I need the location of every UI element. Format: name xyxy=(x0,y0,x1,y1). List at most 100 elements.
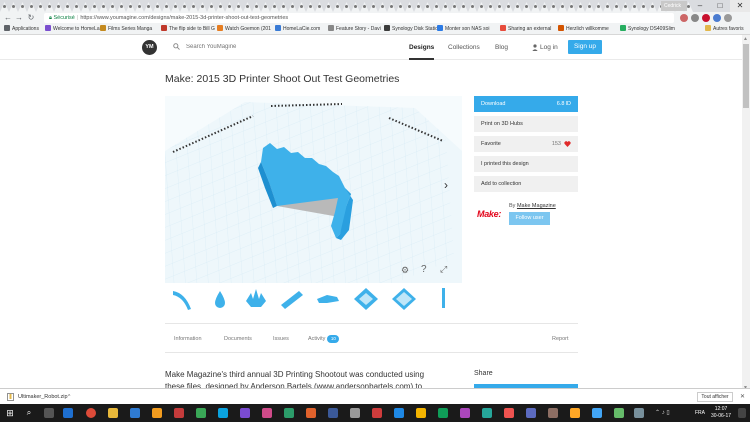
back-icon[interactable]: ← xyxy=(3,12,13,24)
forward-icon[interactable]: → xyxy=(14,12,24,24)
favorite-button[interactable]: Favorite 153 xyxy=(474,136,578,152)
chrome-icon[interactable] xyxy=(86,408,96,418)
app-icon[interactable] xyxy=(504,408,514,418)
bookmark-item[interactable]: Films Series Manga xyxy=(100,24,152,34)
bookmark-item[interactable]: Feature Story - Davi xyxy=(328,24,381,34)
address-bar[interactable]: 🔒︎ Sécurisé | https://www.youmagine.com/de… xyxy=(44,13,674,23)
notifications-icon[interactable] xyxy=(738,408,746,418)
app-icon[interactable] xyxy=(460,408,470,418)
app-icon[interactable] xyxy=(306,408,316,418)
thumbnail[interactable] xyxy=(313,285,343,313)
nav-login[interactable]: Log in xyxy=(540,35,558,60)
thumbnail[interactable] xyxy=(241,285,271,313)
app-icon[interactable] xyxy=(284,408,294,418)
bookmark-item[interactable]: Synology DS409Slim xyxy=(620,24,675,34)
bookmark-item[interactable]: Synology Disk Statio xyxy=(384,24,438,34)
app-icon[interactable] xyxy=(394,408,404,418)
bookmark-item[interactable]: Applications xyxy=(4,24,39,34)
app-icon[interactable] xyxy=(614,408,624,418)
app-icon[interactable] xyxy=(526,408,536,418)
next-image-icon[interactable]: › xyxy=(444,178,448,192)
report-link[interactable]: Report xyxy=(552,334,569,344)
reload-icon[interactable]: ↻ xyxy=(26,12,36,24)
app-icon[interactable] xyxy=(592,408,602,418)
youmagine-logo[interactable]: YM xyxy=(142,40,157,55)
star-icon[interactable] xyxy=(691,14,699,22)
thumbnail[interactable] xyxy=(277,285,307,313)
app-icon[interactable] xyxy=(262,408,272,418)
search-icon[interactable]: ⌕ xyxy=(24,408,34,418)
app-icon[interactable] xyxy=(152,408,162,418)
app-icon[interactable] xyxy=(174,408,184,418)
nav-designs[interactable]: Designs xyxy=(409,35,434,60)
bookmark-item[interactable]: Welcome to HomeLa xyxy=(45,24,100,34)
app-icon[interactable] xyxy=(196,408,206,418)
tab-activity[interactable]: Activity 10 xyxy=(308,334,340,344)
menu-icon[interactable] xyxy=(724,14,732,22)
tab-favicon-icon xyxy=(102,5,105,8)
app-icon[interactable] xyxy=(240,408,250,418)
app-icon[interactable] xyxy=(328,408,338,418)
extension-icon[interactable] xyxy=(680,14,688,22)
thumbnail[interactable] xyxy=(205,285,235,313)
download-button[interactable]: Download 6.8 ID xyxy=(474,96,578,112)
minimize-icon[interactable]: – xyxy=(690,0,710,12)
maximize-icon[interactable]: □ xyxy=(710,0,730,12)
search-input[interactable] xyxy=(186,42,306,52)
settings-icon[interactable]: ⚙ xyxy=(401,265,409,276)
language-indicator[interactable]: FRA xyxy=(695,404,705,422)
app-icon[interactable] xyxy=(482,408,492,418)
pinterest-icon[interactable] xyxy=(702,14,710,22)
app-icon[interactable] xyxy=(438,408,448,418)
tab-issues[interactable]: Issues xyxy=(273,334,289,344)
app-icon[interactable] xyxy=(570,408,580,418)
help-icon[interactable]: ? xyxy=(421,264,427,275)
app-icon[interactable] xyxy=(416,408,426,418)
profile-button[interactable]: Cedrick xyxy=(661,1,687,11)
app-icon[interactable] xyxy=(372,408,382,418)
signup-button[interactable]: Sign up xyxy=(568,40,602,54)
author-link[interactable]: Make Magazine xyxy=(517,203,556,209)
printed-this-button[interactable]: I printed this design xyxy=(474,156,578,172)
bookmark-item[interactable]: Watch Goemon (201 xyxy=(217,24,271,34)
thumbnail[interactable] xyxy=(389,285,419,313)
scroll-up-icon[interactable]: ▲ xyxy=(743,36,748,42)
app-icon[interactable] xyxy=(634,408,644,418)
bookmark-item[interactable]: Autres favoris xyxy=(705,24,744,34)
nav-blog[interactable]: Blog xyxy=(495,35,508,60)
chevron-up-icon[interactable]: ^ xyxy=(68,389,70,405)
bookmark-item[interactable]: Herzlich willkomme xyxy=(558,24,609,34)
download-filename[interactable]: Ultimaker_Robot.zip xyxy=(18,389,68,405)
show-all-button[interactable]: Tout afficher xyxy=(697,392,733,402)
close-shelf-icon[interactable]: ✕ xyxy=(740,389,745,405)
thumbnail[interactable] xyxy=(351,285,381,313)
tab-documents[interactable]: Documents xyxy=(224,334,252,344)
app-icon[interactable] xyxy=(130,408,140,418)
add-to-collection-button[interactable]: Add to collection xyxy=(474,176,578,192)
nav-collections[interactable]: Collections xyxy=(448,35,480,60)
thumbnail[interactable] xyxy=(167,285,197,313)
app-icon[interactable] xyxy=(548,408,558,418)
folder-icon[interactable] xyxy=(108,408,118,418)
taskbar-clock[interactable]: 12:07 30-06-17 xyxy=(711,406,731,420)
close-icon[interactable]: ✕ xyxy=(730,0,750,12)
bookmark-item[interactable]: Sharing an external xyxy=(500,24,551,34)
edge-icon[interactable] xyxy=(63,408,73,418)
bookmark-item[interactable]: The flip side to Bill G xyxy=(161,24,215,34)
app-icon[interactable] xyxy=(218,408,228,418)
follow-user-button[interactable]: Follow user xyxy=(509,212,550,225)
bookmark-item[interactable]: HomeLaCie.com xyxy=(275,24,320,34)
model-viewer[interactable]: › ⚙ ? ⤢ xyxy=(165,96,462,283)
task-view-icon[interactable] xyxy=(44,408,54,418)
print-3d-hubs-button[interactable]: Print on 3D Hubs xyxy=(474,116,578,132)
windows-start-icon[interactable]: ⊞ xyxy=(5,408,15,418)
page-scrollbar[interactable]: ▲ ▼ xyxy=(742,35,750,392)
tab-information[interactable]: Information xyxy=(174,334,202,344)
app-icon[interactable] xyxy=(350,408,360,418)
system-tray-icons[interactable]: ⌃ ♪ ▯ xyxy=(655,404,670,422)
scrollbar-thumb[interactable] xyxy=(743,44,749,108)
fullscreen-icon[interactable]: ⤢ xyxy=(440,264,447,275)
thumbnail[interactable] xyxy=(429,285,459,313)
bookmark-item[interactable]: Monter son NAS soi xyxy=(437,24,489,34)
extension-icon[interactable] xyxy=(713,14,721,22)
